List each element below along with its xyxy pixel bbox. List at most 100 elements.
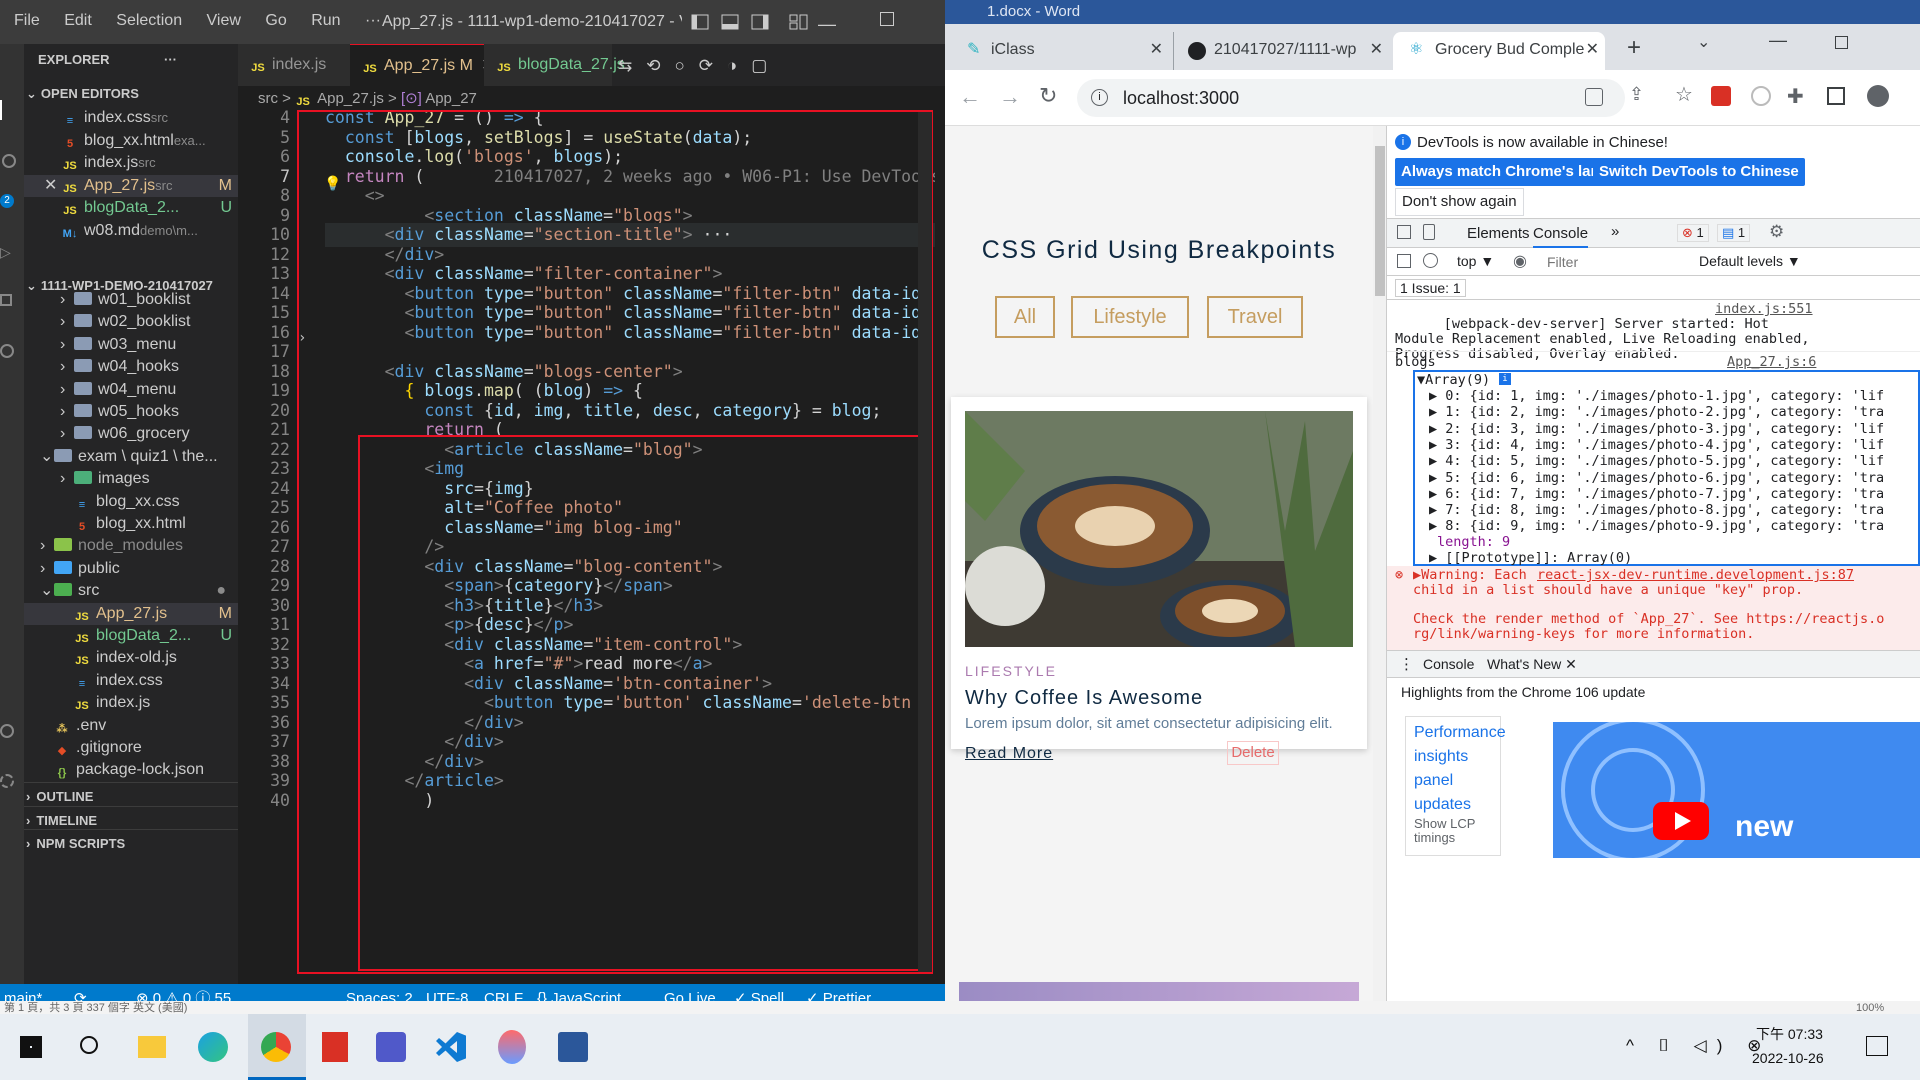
account-icon[interactable] [0, 724, 14, 738]
array-row[interactable]: ▶ 8: {id: 9, img: './images/photo-9.jpg'… [1429, 518, 1884, 534]
tab-blogdata-27-js[interactable]: JS blogData_27.js [484, 44, 625, 86]
vscode-icon[interactable] [436, 1032, 466, 1062]
outline-section[interactable]: › OUTLINE [24, 782, 238, 809]
chrome-tab-iclass[interactable]: ✎ iClass ✕ [953, 32, 1169, 70]
profile-icon[interactable] [1867, 85, 1889, 107]
tree-item[interactable]: › w01_booklist [24, 289, 238, 311]
tree-item[interactable]: › w04_hooks [24, 356, 238, 378]
paint-icon[interactable] [498, 1030, 526, 1064]
read-more-link[interactable]: Read More [965, 745, 1053, 763]
tree-item[interactable]: ⌄ src ● [24, 580, 238, 602]
restore-icon[interactable] [1835, 36, 1848, 49]
breadcrumb-src[interactable]: src [258, 90, 278, 107]
device-icon[interactable] [1423, 224, 1435, 240]
open-editor-item[interactable]: JS index.jssrc [24, 152, 238, 174]
issues-bar[interactable]: 1 Issue: 1 [1387, 276, 1920, 300]
tree-item[interactable]: › public [24, 558, 238, 580]
tree-item[interactable]: › w05_hooks [24, 401, 238, 423]
tree-item[interactable]: › w06_grocery [24, 423, 238, 445]
gear-icon[interactable] [0, 774, 14, 788]
forward-icon[interactable]: → [999, 84, 1021, 110]
tab-search-icon[interactable]: ⌄ [1697, 32, 1710, 52]
open-editor-item[interactable]: ✕ JS App_27.jssrc M [24, 174, 238, 197]
array-row[interactable]: ▶ 5: {id: 6, img: './images/photo-6.jpg'… [1429, 470, 1884, 486]
more-tabs-icon[interactable]: » [1611, 223, 1619, 240]
delete-button[interactable]: Delete [1227, 741, 1279, 765]
explorer-icon[interactable] [0, 100, 6, 120]
chrome-tab-grocery[interactable]: ⚛ Grocery Bud Comple ✕ [1393, 32, 1605, 70]
extensions-icon[interactable] [0, 294, 12, 306]
page-scrollbar[interactable] [1373, 126, 1386, 1014]
warning-source-link[interactable]: react-jsx-dev-runtime.development.js:87 [1537, 568, 1854, 583]
open-editor-item[interactable]: M↓ w08.mddemo\m... [24, 220, 238, 242]
breadcrumb-file[interactable]: App_27.js [317, 90, 384, 107]
tree-item[interactable]: › images [24, 468, 238, 490]
search-icon[interactable] [80, 1036, 98, 1054]
clock-date[interactable]: 2022-10-26 [1752, 1050, 1824, 1066]
open-editor-item[interactable]: JS blogData_2... U [24, 197, 238, 219]
sidebar-toggle-icon[interactable] [1397, 254, 1411, 268]
tree-item[interactable]: {} package-lock.json [24, 759, 238, 781]
code-editor[interactable]: 4 const App_27 = () => {5 const [blogs, s… [238, 108, 945, 984]
tree-item[interactable]: 5 blog_xx.html [24, 513, 238, 535]
search-icon[interactable] [2, 154, 16, 168]
notification-icon[interactable] [1866, 1036, 1888, 1056]
filter-lifestyle-button[interactable]: Lifestyle [1071, 296, 1189, 338]
tree-item[interactable]: › w03_menu [24, 334, 238, 356]
drawer-tab-whats-new[interactable]: What's New ✕ [1487, 656, 1577, 673]
chrome-icon[interactable] [248, 1014, 306, 1080]
array-row[interactable]: ▶ 2: {id: 3, img: './images/photo-3.jpg'… [1429, 421, 1884, 437]
close-icon[interactable]: ✕ [1150, 32, 1163, 68]
menu-file[interactable]: File [14, 12, 40, 29]
array-row[interactable]: ▶ 1: {id: 2, img: './images/photo-2.jpg'… [1429, 404, 1884, 420]
tree-item[interactable]: JS index-old.js [24, 647, 238, 669]
tab-app-27-js[interactable]: JSApp_27.js M ✕ [350, 44, 495, 86]
whats-new-card[interactable]: Performance insights panel updates Show … [1405, 716, 1506, 856]
switch-chinese-button[interactable]: Switch DevTools to Chinese [1593, 158, 1805, 186]
tab-console[interactable]: Console [1533, 225, 1589, 248]
sidepanel-icon[interactable] [1827, 87, 1845, 105]
menu-edit[interactable]: Edit [64, 12, 92, 29]
remote-icon[interactable] [0, 344, 14, 358]
share-icon[interactable]: ⇪ [1629, 84, 1644, 105]
breadcrumb-symbol[interactable]: App_27 [425, 90, 477, 107]
menu-selection[interactable]: Selection [116, 12, 182, 29]
npm-scripts-section[interactable]: › NPM SCRIPTS [24, 829, 238, 856]
log-source-link[interactable]: App_27.js:6 [1727, 354, 1816, 370]
close-icon[interactable]: ✕ [1565, 656, 1577, 672]
warning-text[interactable]: ▶Warning: Each [1413, 568, 1527, 583]
open-editor-item[interactable]: ≡ index.csssrc [24, 107, 238, 129]
array-expander[interactable]: ▼Array(9) [1417, 372, 1490, 388]
menu-run[interactable]: Run [311, 12, 340, 29]
explorer-more-icon[interactable]: ··· [164, 44, 177, 76]
levels-select[interactable]: Default levels ▼ [1699, 253, 1801, 269]
tree-item[interactable]: ≡ index.css [24, 670, 238, 692]
tray-icons[interactable]: ^ ⌷ ◁) ⊗ [1626, 1036, 1771, 1056]
close-icon[interactable]: ✕ [1370, 32, 1383, 68]
close-icon[interactable]: ✕ [1586, 32, 1599, 68]
close-icon[interactable]: ✕ [44, 175, 57, 197]
tree-item[interactable]: › w04_menu [24, 379, 238, 401]
open-editor-item[interactable]: 5 blog_xx.htmlexa... [24, 130, 238, 152]
extension-gray-icon[interactable] [1751, 86, 1771, 106]
dont-show-button[interactable]: Don't show again [1395, 188, 1524, 216]
open-editors-header[interactable]: ⌄ OPEN EDITORS [24, 80, 238, 107]
new-tab-icon[interactable]: + [1627, 34, 1641, 62]
address-bar[interactable]: i localhost:3000 [1077, 79, 1625, 117]
tree-item[interactable]: ⌄ exam \ quiz1 \ the... [24, 446, 238, 468]
filter-travel-button[interactable]: Travel [1207, 296, 1303, 338]
start-icon[interactable] [20, 1036, 42, 1058]
edge-icon[interactable] [198, 1032, 228, 1062]
array-row[interactable]: ▶ 7: {id: 8, img: './images/photo-8.jpg'… [1429, 502, 1884, 518]
inspect-icon[interactable] [1397, 225, 1411, 239]
run-icon[interactable]: ▷ [0, 244, 11, 261]
tree-item[interactable]: ≡ blog_xx.css [24, 491, 238, 513]
chrome-tab-github[interactable]: 210417027/1111-wp ✕ [1173, 32, 1389, 70]
extensions-puzzle-icon[interactable]: ✚ [1787, 84, 1804, 109]
drawer-tab-console[interactable]: Console [1423, 656, 1474, 672]
log-source-link[interactable]: index.js:551 [1715, 302, 1813, 317]
context-select[interactable]: top ▼ [1457, 253, 1494, 269]
tree-item[interactable]: ⁂ .env [24, 715, 238, 737]
acrobat-icon[interactable] [322, 1032, 348, 1062]
array-row[interactable]: ▶ 6: {id: 7, img: './images/photo-7.jpg'… [1429, 486, 1884, 502]
